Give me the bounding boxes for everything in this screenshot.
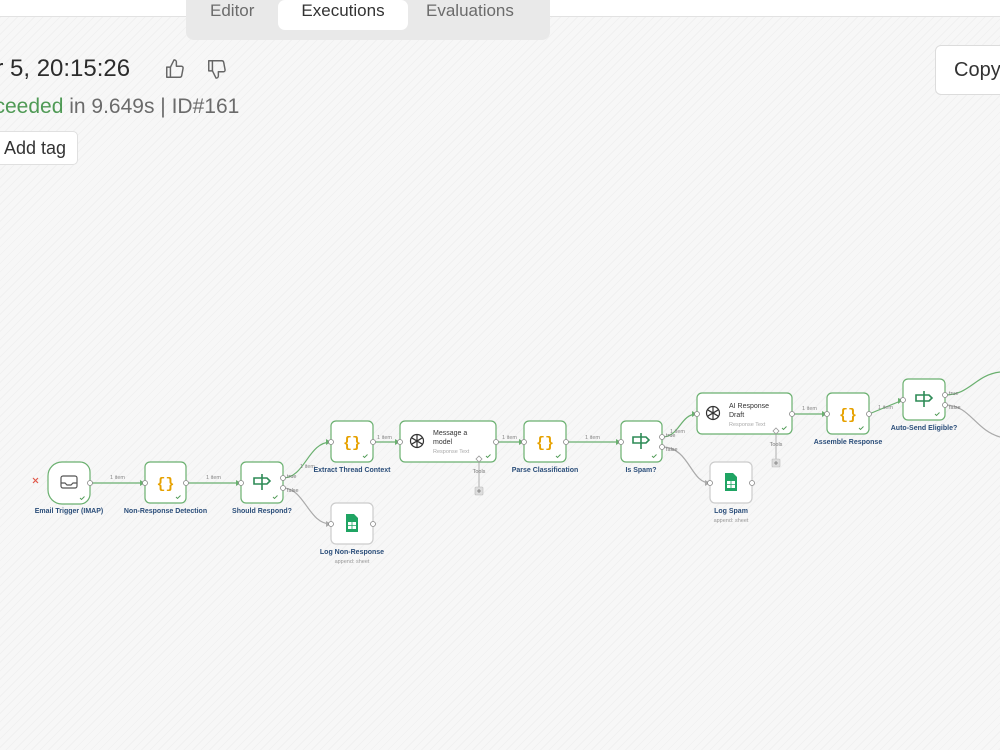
node-label: Non-Response Detection [124,508,207,515]
input-handle[interactable] [707,480,713,486]
add-tool-button[interactable] [771,458,781,468]
node-extract-thread-context[interactable]: {} [328,420,376,463]
edge-label: 1 item [878,405,893,411]
edge-label: 1 item [377,435,392,441]
true-output-handle[interactable] [942,392,948,398]
node-title-line: model [433,439,453,446]
node-log-spam[interactable] [707,461,755,504]
false-branch-label: false [949,405,961,411]
input-handle[interactable] [328,521,334,527]
output-handle[interactable] [87,480,93,486]
true-branch-label: true [287,474,296,480]
node-label: Extract Thread Context [313,467,391,474]
node-label: Should Respond? [232,508,292,515]
sheets-icon [346,514,358,532]
edge-label: 1 item [110,475,125,481]
tools-label: Tools [770,442,783,448]
node-parse-classification[interactable]: {} [521,420,569,463]
node-label: Is Spam? [625,467,656,474]
node-subtitle: append: sheet [714,518,749,524]
input-handle[interactable] [618,439,624,445]
node-ai-response-draft[interactable]: AI Response Draft Response Text [694,392,795,435]
code-icon: {} [343,435,361,452]
input-handle[interactable] [521,439,527,445]
tools-label: Tools [473,469,486,475]
false-output-handle[interactable] [659,444,665,450]
input-handle[interactable] [900,397,906,403]
code-icon: {} [156,476,174,493]
code-icon: {} [839,407,857,424]
node-auto-send-eligible[interactable] [900,378,948,421]
input-handle[interactable] [142,480,148,486]
node-non-response-detection[interactable]: {} [142,461,189,504]
edge-label: 1 item [502,435,517,441]
node-label: Email Trigger (IMAP) [35,508,103,515]
node-title-line: Draft [729,412,744,419]
node-subtitle: Response Text [729,422,766,428]
node-subtitle: Response Text [433,449,470,455]
node-subtitle: append: sheet [335,559,370,565]
false-branch-label: false [666,447,678,453]
input-handle[interactable] [824,411,830,417]
true-branch-label: true [949,391,958,397]
sheets-icon [725,473,737,491]
output-handle[interactable] [563,439,569,445]
node-label: Assemble Response [814,439,883,446]
node-email-trigger[interactable] [47,461,93,505]
false-branch-label: false [287,488,299,494]
output-handle[interactable] [493,439,499,445]
true-output-handle[interactable] [280,475,286,481]
node-message-a-model[interactable]: Message a model Response Text [397,420,499,463]
input-handle[interactable] [328,439,334,445]
node-log-non-response[interactable] [328,502,376,545]
node-title-line: AI Response [729,403,769,410]
node-assemble-response[interactable]: {} [824,392,872,435]
node-label: Log Non-Response [320,549,384,556]
workflow-canvas[interactable]: 1 item 1 item 1 item 1 item 1 item 1 ite… [0,0,1000,750]
edge-label: 1 item [206,475,221,481]
node-label: Log Spam [714,508,748,515]
node-title-line: Message a [433,430,467,437]
output-handle[interactable] [789,411,795,417]
node-label: Auto-Send Eligible? [891,425,958,432]
output-handle[interactable] [370,521,376,527]
input-handle[interactable] [694,411,700,417]
node-is-spam[interactable] [618,420,665,463]
input-handle[interactable] [238,480,244,486]
output-handle[interactable] [866,411,872,417]
code-icon: {} [536,435,554,452]
false-output-handle[interactable] [942,402,948,408]
edge-label: 1 item [585,435,600,441]
trigger-icon [32,477,39,484]
true-branch-label: true [666,433,675,439]
input-handle[interactable] [397,439,403,445]
output-handle[interactable] [749,480,755,486]
node-label: Parse Classification [512,467,579,474]
output-handle[interactable] [370,439,376,445]
node-should-respond[interactable] [238,461,286,504]
output-handle[interactable] [183,480,189,486]
false-output-handle[interactable] [280,485,286,491]
edge-label: 1 item [802,406,817,412]
add-tool-button[interactable] [474,486,484,496]
true-output-handle[interactable] [659,434,665,440]
